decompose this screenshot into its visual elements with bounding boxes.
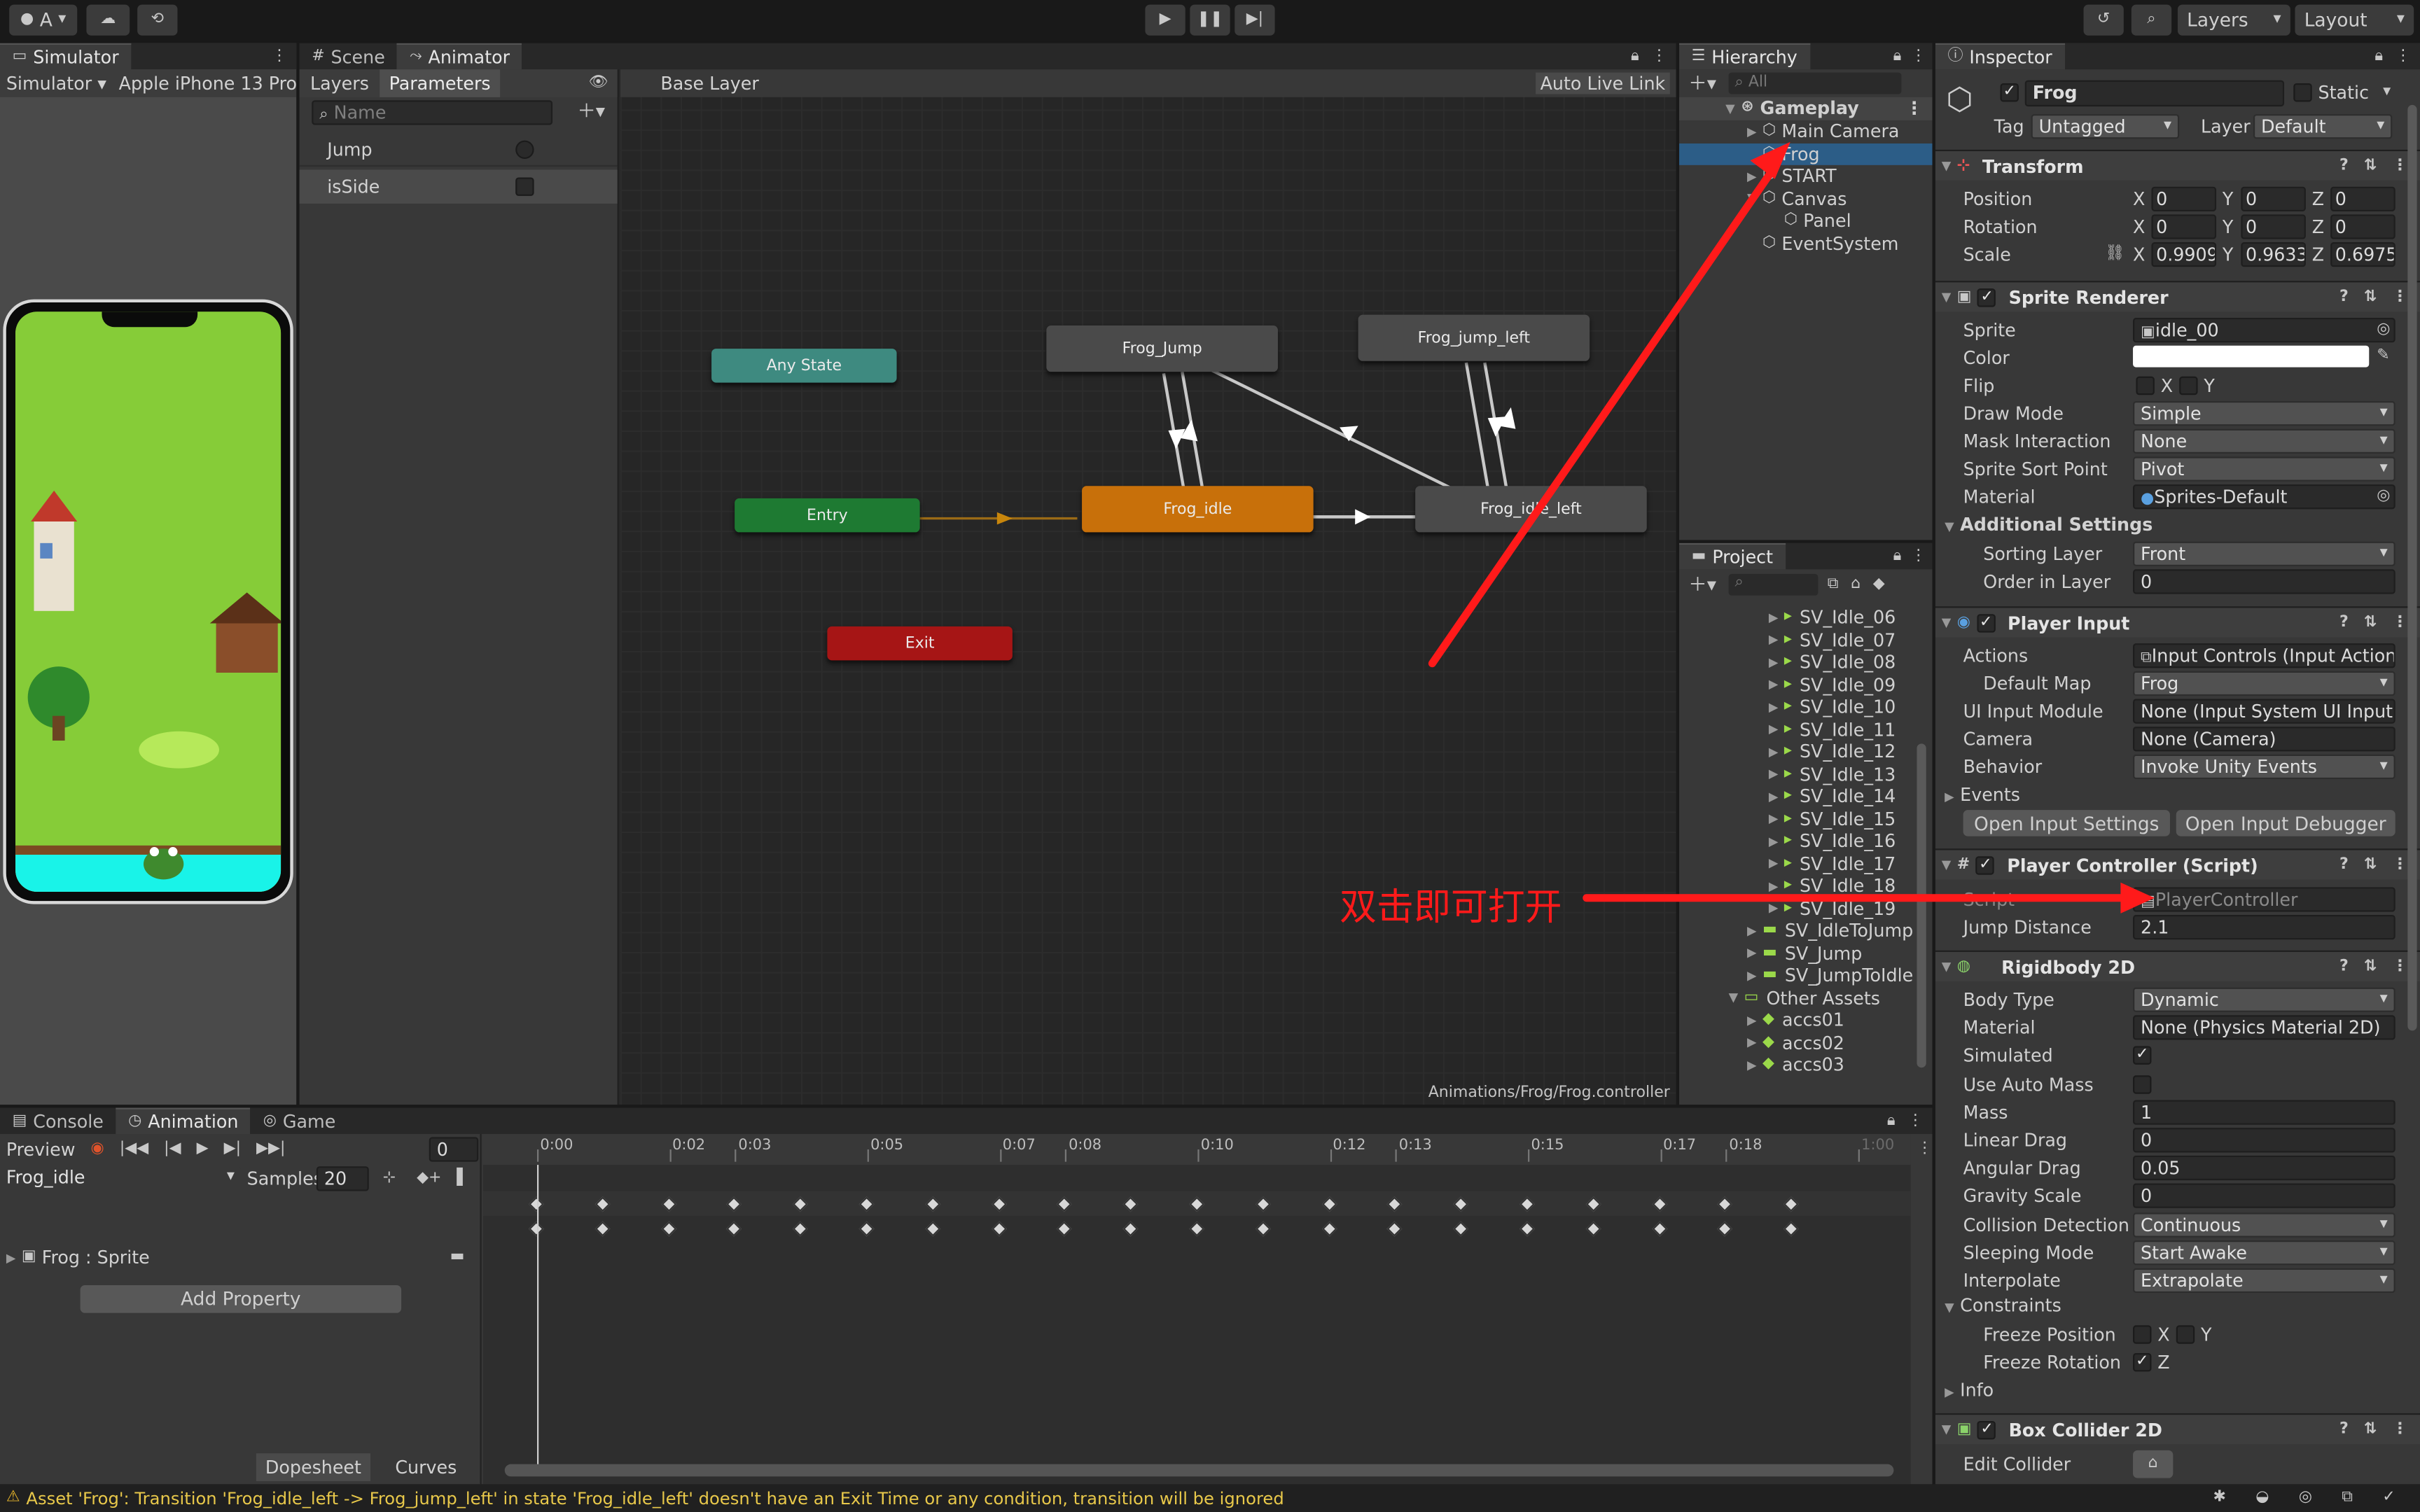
annotation-text: 双击即可打开 [1340,886,1562,929]
annotation-arrows [1428,141,2155,913]
unity-editor: ● A ▾ ☁ ⟲ ▶ ❚❚ ▶| ↺ ⌕ Layers ▾ Layout ▾ ▭ S… [0,0,2420,1512]
